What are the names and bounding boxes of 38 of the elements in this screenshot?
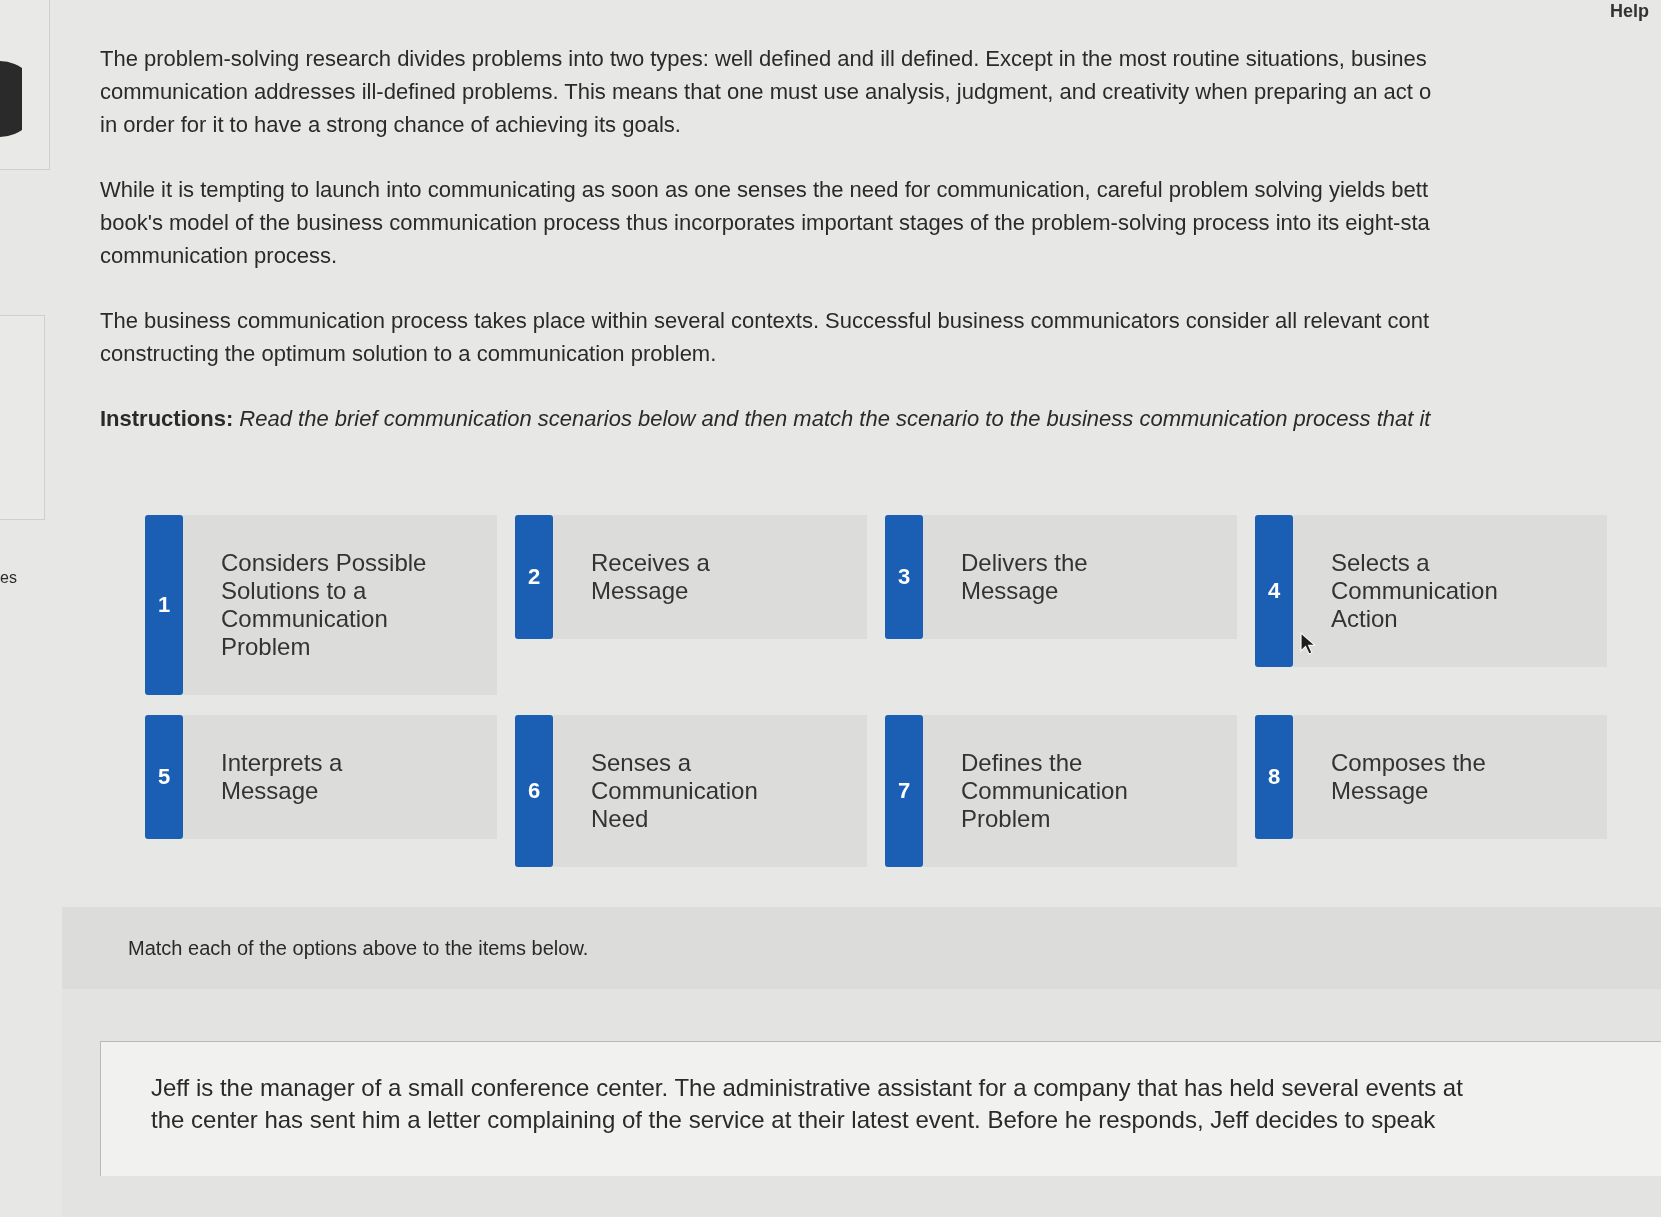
option-label: Receives a Message	[591, 549, 711, 605]
paragraph-line: communication addresses ill-defined problems. This means that one must use analysis, judgment, and creativity when preparing an act o	[100, 78, 1432, 106]
option-label: Senses a Communication Need	[591, 749, 759, 833]
paragraph-line: book's model of the business communication process thus incorporates important stages of the problem-solving process into its eight-sta	[100, 209, 1430, 237]
paragraph-line: in order for it to have a strong chance of achieving its goals.	[100, 111, 681, 139]
option-card[interactable]: Defines the Communication Problem	[923, 715, 1237, 867]
option-card[interactable]: Composes the Message	[1293, 715, 1607, 839]
option-card[interactable]: Selects a Communication Action	[1293, 515, 1607, 667]
option-number-tab[interactable]: 5	[145, 715, 183, 839]
match-prompt: Match each of the options above to the items below.	[128, 936, 589, 961]
option-label: Delivers the Message	[961, 549, 1089, 605]
paragraph-line: While it is tempting to launch into communicating as soon as one senses the need for communication, careful problem solving yields bett	[100, 176, 1429, 204]
paragraph-line: constructing the optimum solution to a communication problem.	[100, 340, 717, 368]
option-label: Interprets a Message	[221, 749, 344, 805]
option-card[interactable]: Delivers the Message	[923, 515, 1237, 639]
option-number-tab[interactable]: 4	[1255, 515, 1293, 667]
instructions-text: Instructions: Read the brief communication scenarios below and then match the scenario to the business communication process that it	[100, 405, 1431, 433]
sidebar-label: es	[0, 568, 17, 588]
option-number-tab[interactable]: 3	[885, 515, 923, 639]
option-number-tab[interactable]: 7	[885, 715, 923, 867]
option-number-tab[interactable]: 8	[1255, 715, 1293, 839]
option-label: Selects a Communication Action	[1331, 549, 1499, 633]
option-label: Considers Possible Solutions to a Communication Problem	[221, 549, 428, 661]
paragraph-line: The business communication process takes place within several contexts. Successful business communicators consider all relevant cont	[100, 307, 1430, 335]
option-card[interactable]: Considers Possible Solutions to a Communication Problem	[183, 515, 497, 695]
help-link[interactable]: Help	[1610, 1, 1649, 24]
cursor-icon	[1300, 632, 1316, 656]
option-number-tab[interactable]: 1	[145, 515, 183, 695]
option-number-tab[interactable]: 6	[515, 715, 553, 867]
paragraph-line: communication process.	[100, 242, 338, 270]
scenario-text: Jeff is the manager of a small conference center. The administrative assistant for a company that has held several events at the center has sent him a letter complaining of the service at their latest event. Before he responds, Jeff decides to speak	[151, 1073, 1464, 1135]
option-card[interactable]: Receives a Message	[553, 515, 867, 639]
option-label: Defines the Communication Problem	[961, 749, 1129, 833]
option-card[interactable]: Senses a Communication Need	[553, 715, 867, 867]
option-label: Composes the Message	[1331, 749, 1487, 805]
option-card[interactable]: Interprets a Message	[183, 715, 497, 839]
option-number-tab[interactable]: 2	[515, 515, 553, 639]
paragraph-line: The problem-solving research divides problems into two types: well defined and ill defined. Except in the most routine situations, busines	[100, 45, 1427, 73]
